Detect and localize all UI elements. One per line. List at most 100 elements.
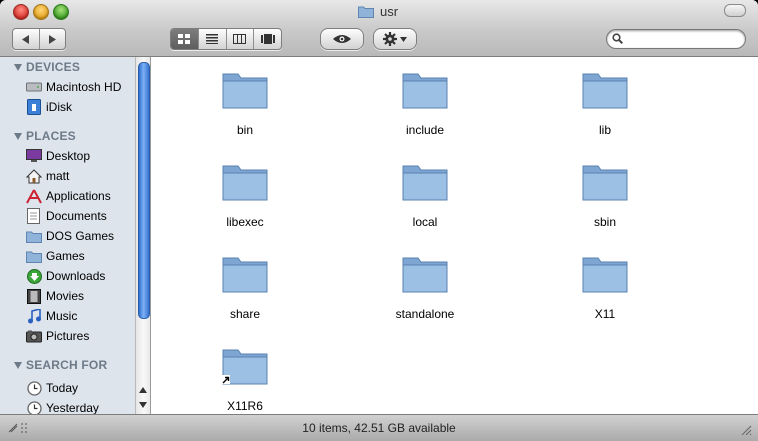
window-resize-grip-icon[interactable] [740, 423, 752, 441]
folder-icon [402, 73, 448, 109]
cover-flow-view-button[interactable] [254, 29, 281, 49]
forward-button[interactable] [40, 29, 66, 49]
column-view-button[interactable] [227, 29, 255, 49]
sidebar-item-music[interactable]: Music [26, 307, 77, 325]
sidebar-item-games[interactable]: Games [26, 247, 85, 265]
file-name: libexec [226, 215, 264, 229]
forward-arrow-icon [49, 34, 57, 44]
sidebar-item-label: Movies [46, 289, 85, 303]
home-icon [26, 168, 42, 184]
zoom-button[interactable] [53, 4, 69, 20]
quick-look-button[interactable] [320, 28, 364, 50]
desktop-icon [26, 148, 42, 164]
clock-icon [26, 380, 42, 396]
eye-icon [333, 35, 351, 43]
sidebar-item-label: iDisk [46, 100, 72, 114]
folder-icon [26, 248, 42, 264]
sidebar-item-label: Documents [46, 209, 107, 223]
sidebar-scroll-thumb[interactable] [138, 62, 150, 319]
back-arrow-icon [21, 34, 29, 44]
file-item-local[interactable]: local [355, 162, 495, 229]
view-mode-buttons [170, 28, 282, 50]
sidebar-item-matt[interactable]: matt [26, 167, 69, 185]
sidebar-item-idisk[interactable]: iDisk [26, 98, 72, 116]
sidebar-item-label: matt [46, 169, 70, 183]
gear-icon [383, 32, 397, 46]
file-name: include [405, 123, 445, 137]
folder-icon [582, 257, 628, 293]
sidebar-item-label: Today [46, 381, 79, 395]
disclosure-triangle-icon [14, 132, 22, 140]
status-text: 10 items, 42.51 GB available [302, 421, 456, 435]
file-item-lib[interactable]: lib [535, 70, 675, 137]
sidebar-item-applications[interactable]: Applications [26, 187, 111, 205]
folder-icon [582, 73, 628, 109]
folder-icon [358, 6, 374, 18]
action-menu-button[interactable] [373, 28, 417, 50]
sidebar-scrollbar[interactable] [135, 57, 150, 414]
title-toolbar: usr [0, 0, 758, 57]
file-item-x11[interactable]: X11 [535, 254, 675, 321]
file-item-share[interactable]: share [175, 254, 315, 321]
places-header[interactable]: PLACES [14, 129, 76, 143]
sidebar-item-downloads[interactable]: Downloads [26, 267, 105, 285]
finder-window: usr DEVICES Macintosh HD iDisk PLACES De… [0, 0, 758, 441]
file-item-standalone[interactable]: standalone [355, 254, 495, 321]
sidebar-item-label: Music [46, 309, 78, 323]
movies-icon [26, 288, 42, 304]
devices-header[interactable]: DEVICES [14, 60, 80, 74]
sidebar-item-macintosh-hd[interactable]: Macintosh HD [26, 78, 121, 96]
search-for-header[interactable]: SEARCH FOR [14, 358, 107, 372]
folder-alias-icon [221, 349, 268, 385]
folder-icon [222, 165, 268, 201]
sidebar-item-label: Downloads [46, 269, 106, 283]
search-input[interactable] [629, 31, 741, 48]
scroll-down-arrow-icon[interactable] [139, 402, 147, 408]
search-icon [612, 33, 623, 44]
chevron-down-icon [400, 36, 407, 42]
file-name: local [412, 215, 438, 229]
sidebar-item-desktop[interactable]: Desktop [26, 147, 90, 165]
status-bar: 10 items, 42.51 GB available [0, 414, 758, 441]
file-name: lib [598, 123, 611, 137]
back-button[interactable] [13, 29, 40, 49]
list-view-button[interactable] [199, 29, 227, 49]
folder-icon [402, 257, 448, 293]
file-item-bin[interactable]: bin [175, 70, 315, 137]
column-view-icon [233, 34, 247, 44]
folder-icon [402, 165, 448, 201]
sidebar-item-yesterday[interactable]: Yesterday [26, 399, 99, 414]
sidebar-item-dos-games[interactable]: DOS Games [26, 227, 114, 245]
music-icon [26, 308, 42, 324]
file-item-libexec[interactable]: libexec [175, 162, 315, 229]
file-name: sbin [593, 215, 616, 229]
folder-icon [222, 73, 268, 109]
navigation-buttons [12, 28, 66, 50]
file-item-x11r6[interactable]: X11R6 [175, 346, 315, 413]
file-item-sbin[interactable]: sbin [535, 162, 675, 229]
toolbar-toggle-button[interactable] [724, 4, 746, 17]
applications-icon [26, 188, 42, 204]
file-name: X11 [594, 307, 616, 321]
icon-view-button[interactable] [171, 29, 199, 49]
file-item-include[interactable]: include [355, 70, 495, 137]
pictures-icon [26, 328, 42, 344]
file-name: share [229, 307, 261, 321]
sidebar-item-today[interactable]: Today [26, 379, 78, 397]
close-button[interactable] [13, 4, 29, 20]
sidebar-item-label: Desktop [46, 149, 91, 163]
devices-header-label: DEVICES [26, 60, 81, 74]
sidebar-item-movies[interactable]: Movies [26, 287, 84, 305]
scroll-up-arrow-icon[interactable] [139, 387, 147, 393]
search-field[interactable] [606, 29, 746, 49]
disclosure-triangle-icon [14, 361, 22, 369]
minimize-button[interactable] [33, 4, 49, 20]
documents-icon [26, 208, 42, 224]
sidebar-item-pictures[interactable]: Pictures [26, 327, 89, 345]
file-browser: bin include lib libexec local sbin share… [151, 57, 758, 414]
sidebar-item-documents[interactable]: Documents [26, 207, 107, 225]
places-header-label: PLACES [26, 129, 76, 143]
cover-flow-icon [260, 34, 275, 44]
sidebar-item-label: Applications [46, 189, 111, 203]
hard-drive-icon [26, 79, 42, 95]
